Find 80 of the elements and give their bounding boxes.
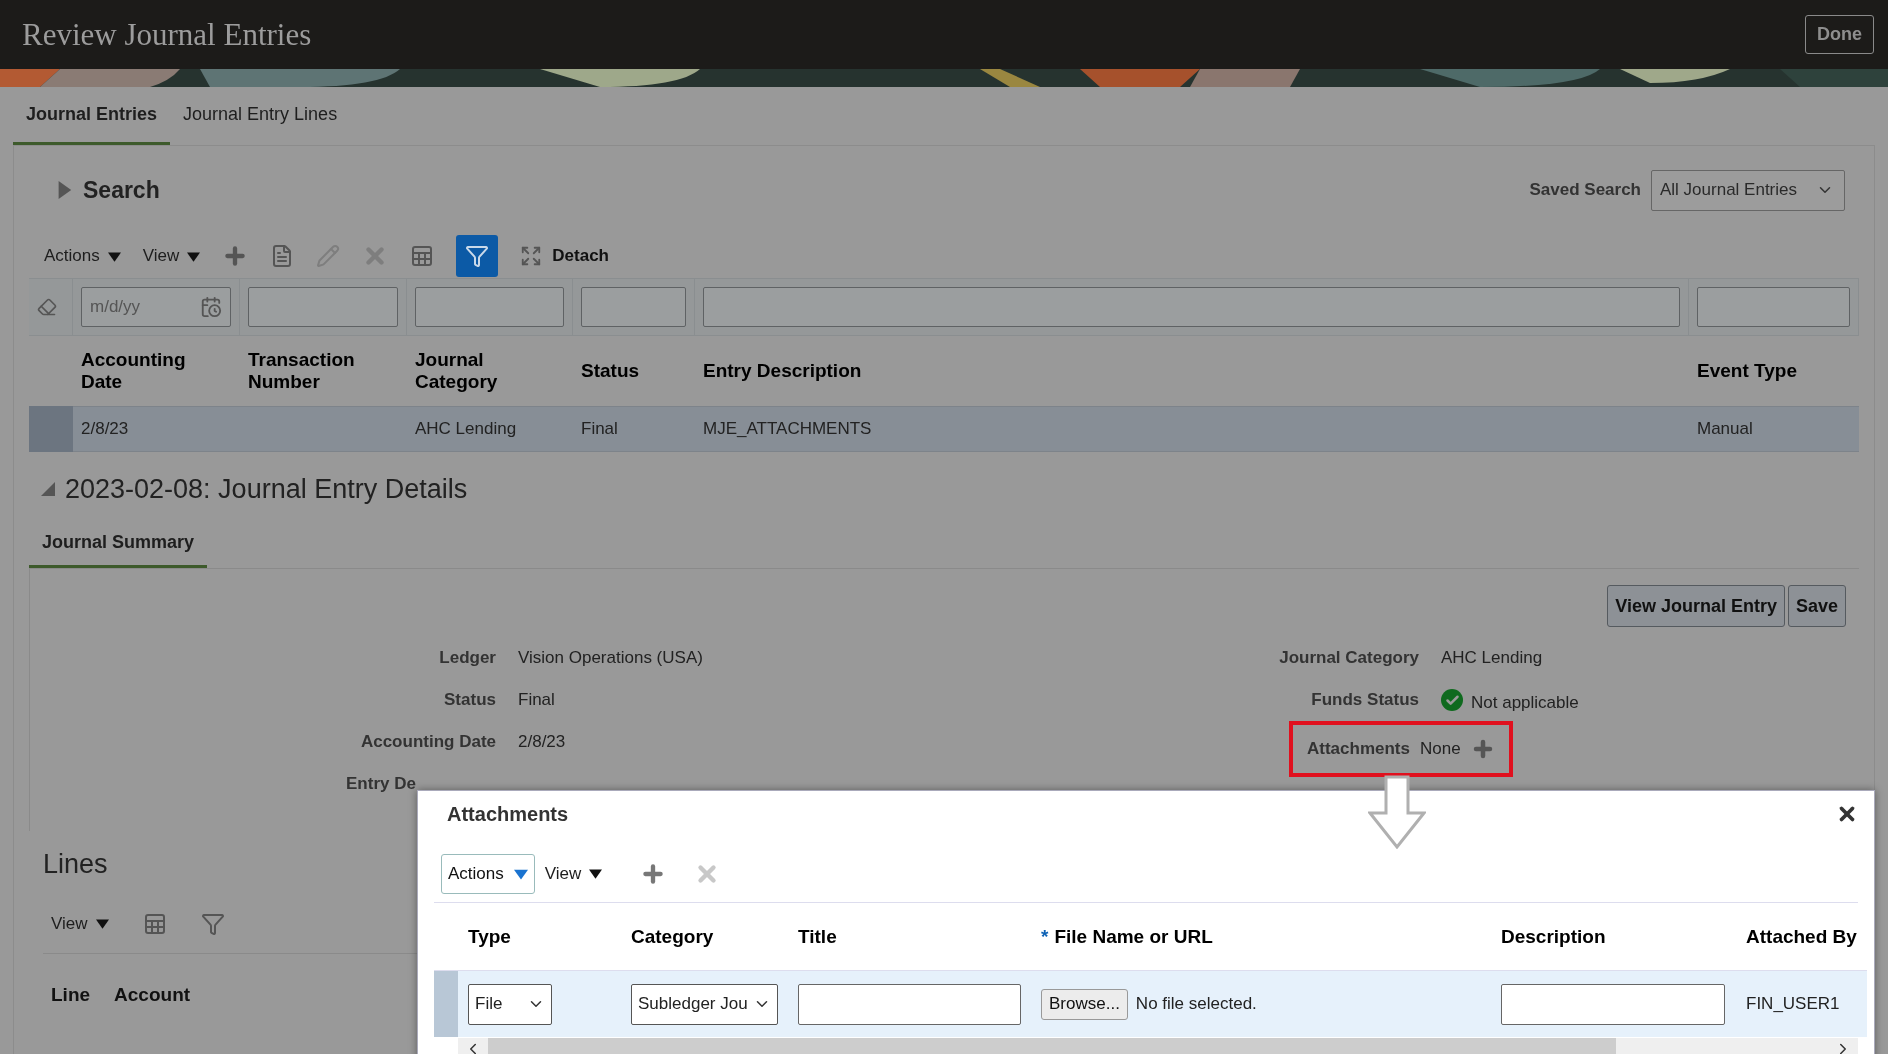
action-button[interactable]: View Journal Entry <box>1607 585 1785 627</box>
field-label: Saved Search <box>1529 180 1641 200</box>
field-label: Accounting Date <box>359 731 496 753</box>
column-header: Accounting Date <box>80 348 187 394</box>
actions-menu[interactable]: Actions <box>44 246 121 266</box>
tab[interactable]: Journal Entry Lines <box>170 87 351 145</box>
column-header: Description <box>1501 925 1606 948</box>
saved-search-select[interactable]: All Journal Entries <box>1651 169 1845 211</box>
table-cell: FIN_USER1 <box>1736 971 1867 1037</box>
browse-button[interactable]: Browse... <box>1041 988 1128 1020</box>
column-header: Type <box>468 925 511 948</box>
section-title: Search <box>83 176 160 204</box>
table-icon[interactable] <box>142 911 167 936</box>
field-label: Status <box>443 689 496 711</box>
detach-button[interactable]: Detach <box>520 245 609 267</box>
column-header: File Name or URL <box>1054 925 1213 948</box>
filter-icon[interactable] <box>200 911 225 936</box>
collapse-triangle-icon[interactable] <box>41 482 55 496</box>
field-label: Attachments <box>1307 739 1410 759</box>
field-value: Vision Operations (USA) <box>518 647 703 669</box>
tab[interactable]: Journal Summary <box>29 520 208 568</box>
edit-icon[interactable] <box>316 244 341 268</box>
filter-field[interactable] <box>415 287 564 327</box>
expand-icon <box>520 245 543 267</box>
actions-menu[interactable]: Actions <box>441 853 535 894</box>
column-header: Transaction Number <box>247 348 356 394</box>
column-header: Event Type <box>1696 359 1798 383</box>
scrollbar-thumb[interactable] <box>488 1038 1616 1054</box>
filter-field[interactable] <box>703 287 1680 327</box>
table-cell: 2/8/23 <box>73 406 240 452</box>
field-label: Funds Status <box>1310 689 1419 711</box>
column-header: Line <box>51 984 91 1006</box>
check-icon <box>1441 689 1463 711</box>
table-cell: Final <box>573 406 695 452</box>
column-header: Title <box>798 925 837 948</box>
table-cell: Manual <box>1689 406 1859 452</box>
column-header: Attached By <box>1746 925 1857 948</box>
type-select[interactable]: File <box>468 983 552 1025</box>
section-title: 2023-02-08: Journal Entry Details <box>65 473 468 505</box>
page-title: Review Journal Entries <box>22 16 312 53</box>
description-field[interactable] <box>1501 983 1725 1025</box>
column-header: Entry Description <box>702 359 863 383</box>
action-button[interactable]: Save <box>1787 585 1846 627</box>
filter-field[interactable] <box>1697 287 1850 327</box>
view-menu[interactable]: View <box>544 863 603 884</box>
column-header: Status <box>580 359 641 383</box>
filter-button[interactable] <box>456 235 499 277</box>
dialog-title: Attachments <box>447 802 569 826</box>
category-select[interactable]: Subledger Jou <box>631 983 778 1025</box>
field-value: Final <box>518 689 556 711</box>
clear-icon[interactable] <box>37 297 57 317</box>
field-value: AHC Lending <box>1441 647 1544 669</box>
table-icon[interactable] <box>410 244 435 268</box>
field-value: None <box>1419 738 1461 760</box>
table-cell: AHC Lending <box>407 406 573 452</box>
column-header: Account <box>114 984 191 1006</box>
tab[interactable]: Journal Entries <box>13 87 171 145</box>
detach-label: Detach <box>552 246 609 266</box>
required-mark: * <box>1041 925 1049 948</box>
filter-field[interactable] <box>581 287 686 327</box>
section-title: Lines <box>43 849 108 879</box>
column-header: Category <box>631 925 714 948</box>
field-value: Not applicable <box>1471 693 1579 713</box>
caret-icon <box>95 917 109 930</box>
filter-field[interactable] <box>248 287 398 327</box>
field-label: Ledger <box>438 647 496 669</box>
field-value: 2/8/23 <box>518 731 567 753</box>
field-label: Entry De <box>345 773 417 795</box>
title-field[interactable] <box>798 983 1021 1025</box>
file-status: No file selected. <box>1135 994 1257 1014</box>
view-menu[interactable]: View <box>142 246 201 266</box>
filter-icon <box>465 244 490 268</box>
view-menu[interactable]: View <box>51 913 109 934</box>
scroll-left-icon[interactable] <box>458 1038 488 1054</box>
column-header: Journal Category <box>414 348 499 394</box>
field-label: Journal Category <box>1278 647 1419 669</box>
table-cell: MJE_ATTACHMENTS <box>695 406 1689 452</box>
calendar-icon[interactable] <box>200 296 222 318</box>
done-button[interactable]: Done <box>1805 15 1874 54</box>
caret-icon <box>589 867 603 880</box>
